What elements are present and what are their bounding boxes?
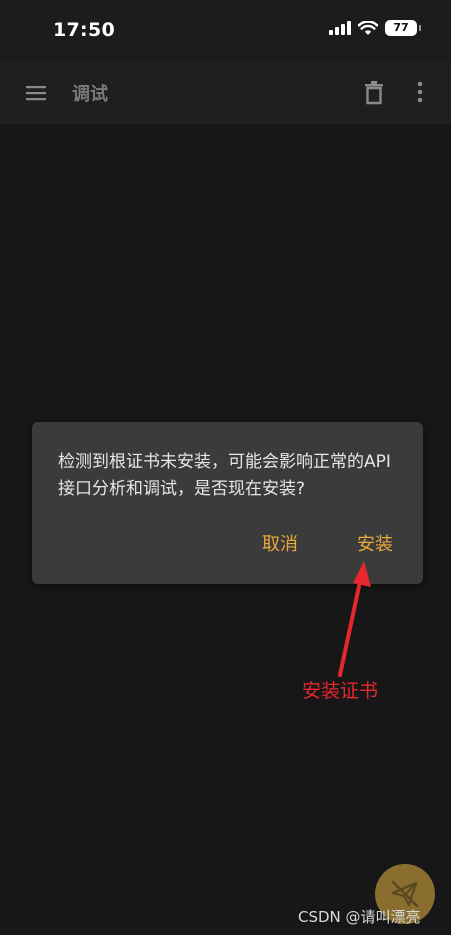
annotation-arrow-icon <box>338 561 371 677</box>
app-bar: 调试 <box>0 62 451 124</box>
wifi-icon <box>358 20 378 35</box>
page-title: 调试 <box>72 84 108 105</box>
status-time: 17:50 <box>53 19 115 41</box>
annotation-label: 安装证书 <box>302 680 379 702</box>
status-icons: 77 <box>329 20 421 36</box>
cancel-button[interactable]: 取消 <box>262 530 298 556</box>
trash-icon[interactable] <box>363 80 385 106</box>
phone-screen: 17:50 77 调试 检测到根证书未安装，可能会影响正常的API接口分析和调试… <box>0 0 451 935</box>
battery-icon: 77 <box>385 20 417 36</box>
cellular-signal-icon <box>329 21 351 35</box>
dialog-message: 检测到根证书未安装，可能会影响正常的API接口分析和调试，是否现在安装? <box>58 452 391 499</box>
battery-tip <box>419 25 421 31</box>
more-options-icon[interactable] <box>410 80 430 106</box>
hamburger-menu-icon[interactable] <box>25 82 47 104</box>
watermark-text: CSDN @请叫漂亮 <box>298 908 421 926</box>
install-button[interactable]: 安装 <box>357 530 393 556</box>
status-bar: 17:50 77 <box>0 0 451 62</box>
